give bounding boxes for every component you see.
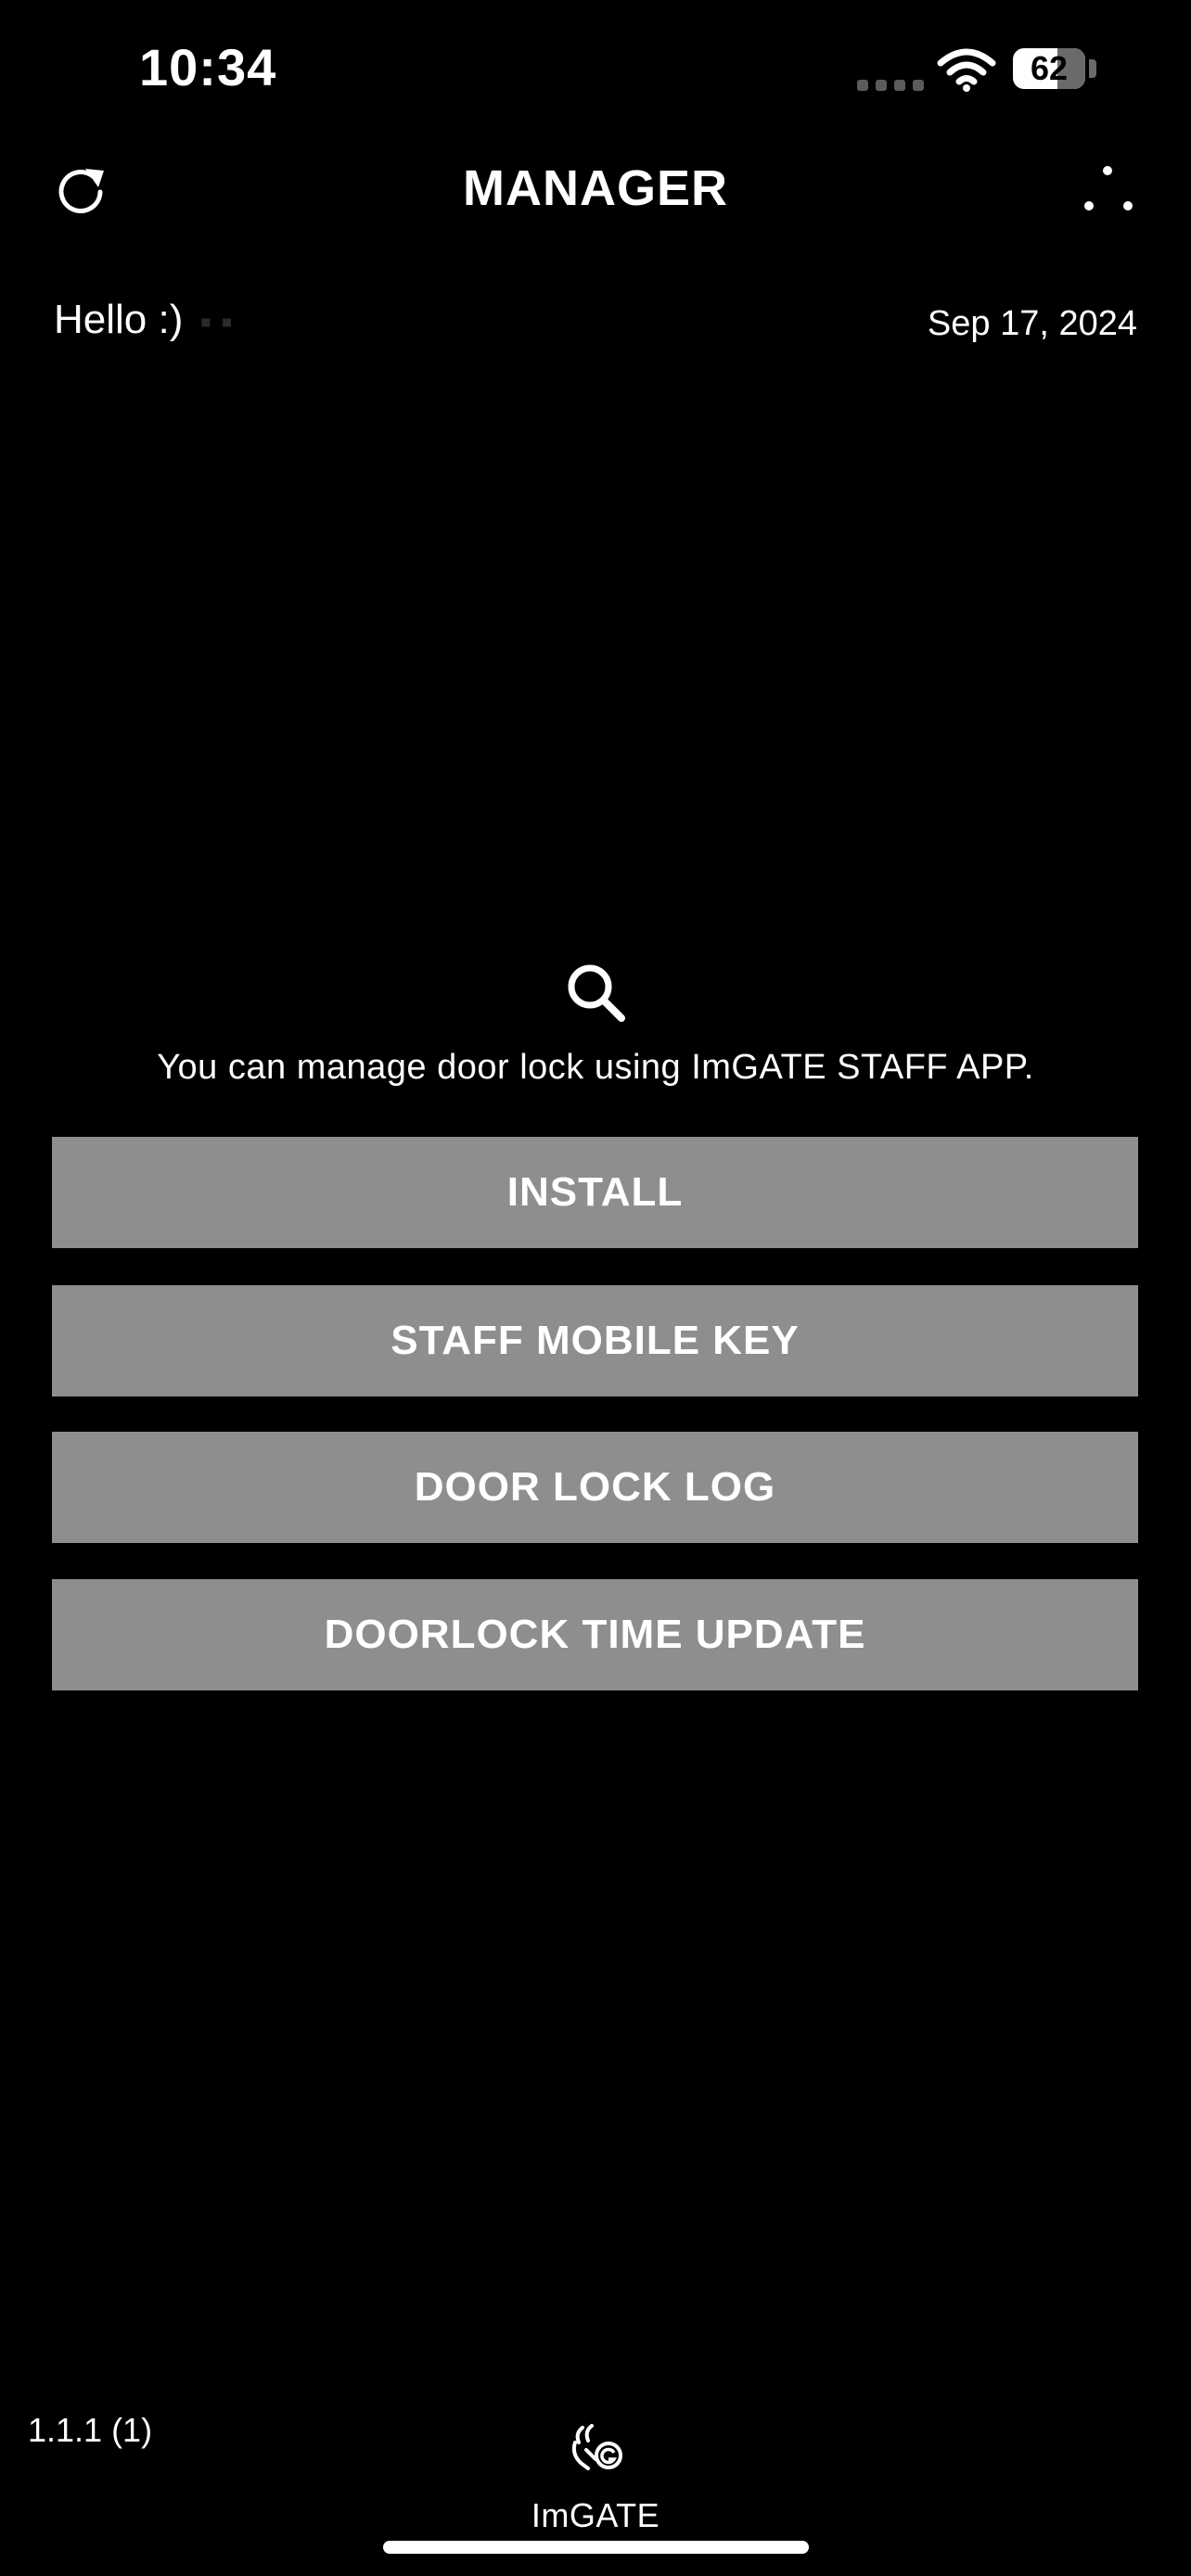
battery-level: 62 xyxy=(1030,49,1069,87)
battery-indicator: 62 xyxy=(1013,48,1085,89)
install-button[interactable]: INSTALL xyxy=(52,1137,1138,1248)
app-version: 1.1.1 (1) xyxy=(28,2411,153,2449)
info-message: You can manage door lock using ImGATE ST… xyxy=(157,1048,1034,1087)
user-name-redacted: ▪ ▪ xyxy=(199,302,233,340)
current-date: Sep 17, 2024 xyxy=(927,304,1137,343)
cellular-signal-icon xyxy=(857,80,924,91)
home-indicator[interactable] xyxy=(383,2541,809,2554)
battery-tip xyxy=(1089,59,1096,78)
more-dots-icon[interactable] xyxy=(1076,163,1141,221)
greeting-text: Hello :) xyxy=(54,297,184,342)
wifi-icon xyxy=(937,48,996,92)
page-title: MANAGER xyxy=(463,160,728,216)
search-icon xyxy=(568,964,625,1022)
imgate-logo-icon xyxy=(571,2424,622,2470)
brand-name: ImGATE xyxy=(531,2496,660,2534)
staff-mobile-key-button[interactable]: STAFF MOBILE KEY xyxy=(52,1285,1138,1396)
status-time: 10:34 xyxy=(139,38,277,96)
door-lock-log-button[interactable]: DOOR LOCK LOG xyxy=(52,1432,1138,1543)
greeting: Hello :) ▪ ▪ xyxy=(54,297,233,343)
doorlock-time-update-button[interactable]: DOORLOCK TIME UPDATE xyxy=(52,1579,1138,1690)
